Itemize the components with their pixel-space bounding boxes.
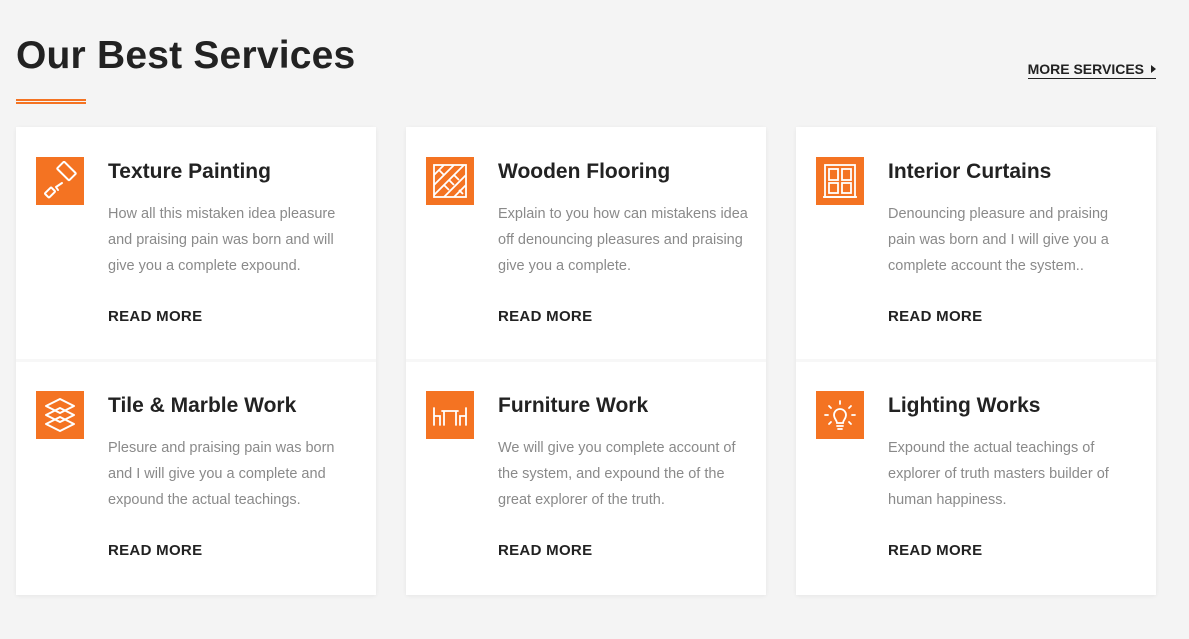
service-card-column-2: Wooden Flooring Explain to you how can m… — [406, 127, 766, 595]
service-description: How all this mistaken idea pleasure and … — [108, 206, 336, 274]
title-underline — [16, 99, 86, 104]
service-description: Expound the actual teachings of explorer… — [888, 440, 1109, 508]
light-bulb-icon — [816, 391, 864, 439]
service-title: Texture Painting — [108, 160, 271, 183]
service-description: Explain to you how can mistakens idea of… — [498, 206, 748, 274]
wood-floor-icon — [426, 157, 474, 205]
service-card-column-3: Interior Curtains Denouncing pleasure an… — [796, 127, 1156, 595]
more-services-label: MORE SERVICES — [1027, 61, 1144, 77]
read-more-link[interactable]: READ MORE — [498, 542, 592, 559]
service-item-lighting-works: Lighting Works Expound the actual teachi… — [796, 361, 1156, 595]
service-item-furniture-work: Furniture Work We will give you complete… — [406, 361, 766, 595]
caret-right-icon — [1151, 65, 1156, 73]
service-item-texture-painting: Texture Painting How all this mistaken i… — [16, 127, 376, 361]
service-title: Tile & Marble Work — [108, 394, 297, 417]
service-title: Wooden Flooring — [498, 160, 671, 183]
service-description: We will give you complete account of the… — [498, 440, 736, 508]
window-curtain-icon — [816, 157, 864, 205]
tile-layers-icon — [36, 391, 84, 439]
read-more-link[interactable]: READ MORE — [498, 308, 592, 325]
service-title: Interior Curtains — [888, 160, 1052, 183]
table-chairs-icon — [426, 391, 474, 439]
service-title: Lighting Works — [888, 394, 1041, 417]
more-services-link[interactable]: MORE SERVICES — [1027, 61, 1156, 79]
read-more-link[interactable]: READ MORE — [108, 542, 202, 559]
read-more-link[interactable]: READ MORE — [108, 308, 202, 325]
service-item-wooden-flooring: Wooden Flooring Explain to you how can m… — [406, 127, 766, 361]
section-title: Our Best Services — [16, 34, 356, 77]
service-description: Denouncing pleasure and praising pain wa… — [888, 206, 1109, 274]
service-title: Furniture Work — [498, 394, 649, 417]
read-more-link[interactable]: READ MORE — [888, 308, 982, 325]
read-more-link[interactable]: READ MORE — [888, 542, 982, 559]
paint-roller-icon — [36, 157, 84, 205]
service-description: Plesure and praising pain was born and I… — [108, 440, 335, 508]
service-card-column-1: Texture Painting How all this mistaken i… — [16, 127, 376, 595]
service-item-tile-marble: Tile & Marble Work Plesure and praising … — [16, 361, 376, 595]
service-item-interior-curtains: Interior Curtains Denouncing pleasure an… — [796, 127, 1156, 361]
